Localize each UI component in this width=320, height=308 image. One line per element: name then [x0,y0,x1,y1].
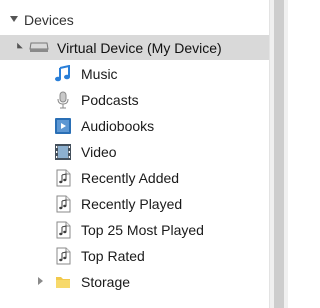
music-note-icon [55,65,70,82]
expanded-arrow-icon[interactable] [12,42,23,54]
device-icon [29,42,49,52]
audiobook-icon [55,118,71,134]
tree-item-label: Audiobooks [81,118,155,134]
playlist-icon [56,221,71,239]
film-icon [55,144,71,160]
tree-item-audiobooks[interactable]: Audiobooks [0,113,270,139]
tree-item-top-25-most-played[interactable]: Top 25 Most Played [0,217,270,243]
tree-item-top-rated[interactable]: Top Rated [0,243,270,269]
tree-item-video[interactable]: Video [0,139,270,165]
section-label: Devices [24,12,74,28]
device-label: Virtual Device (My Device) [57,39,222,56]
tree-item-recently-played[interactable]: Recently Played [0,191,270,217]
playlist-icon [56,247,71,265]
section-devices: Devices [0,8,270,32]
collapse-arrow-icon[interactable] [10,16,18,22]
microphone-icon [57,91,69,109]
tree-item-podcasts[interactable]: Podcasts [0,87,270,113]
folder-icon [56,277,70,288]
tree-item-label: Storage [81,274,131,290]
tree-item-label: Recently Added [81,170,180,186]
device-item[interactable]: Virtual Device (My Device) [0,35,270,60]
device-tree: Devices Virtual Device (My Device) Music… [0,0,270,308]
tree-item-label: Video [81,144,117,160]
tree-item-label: Top Rated [81,248,145,264]
playlist-icon [56,169,71,187]
tree-item-label: Top 25 Most Played [81,222,204,238]
tree-item-label: Podcasts [81,92,139,108]
collapsed-arrow-icon[interactable] [38,277,43,285]
playlist-icon [56,195,71,213]
tree-item-storage[interactable]: Storage [0,269,270,295]
tree-item-recently-added[interactable]: Recently Added [0,165,270,191]
vertical-scrollbar[interactable] [269,0,288,308]
tree-item-label: Recently Played [81,196,183,212]
tree-item-music[interactable]: Music [0,61,270,87]
tree-item-label: Music [81,66,118,82]
scrollbar-thumb[interactable] [274,0,284,308]
